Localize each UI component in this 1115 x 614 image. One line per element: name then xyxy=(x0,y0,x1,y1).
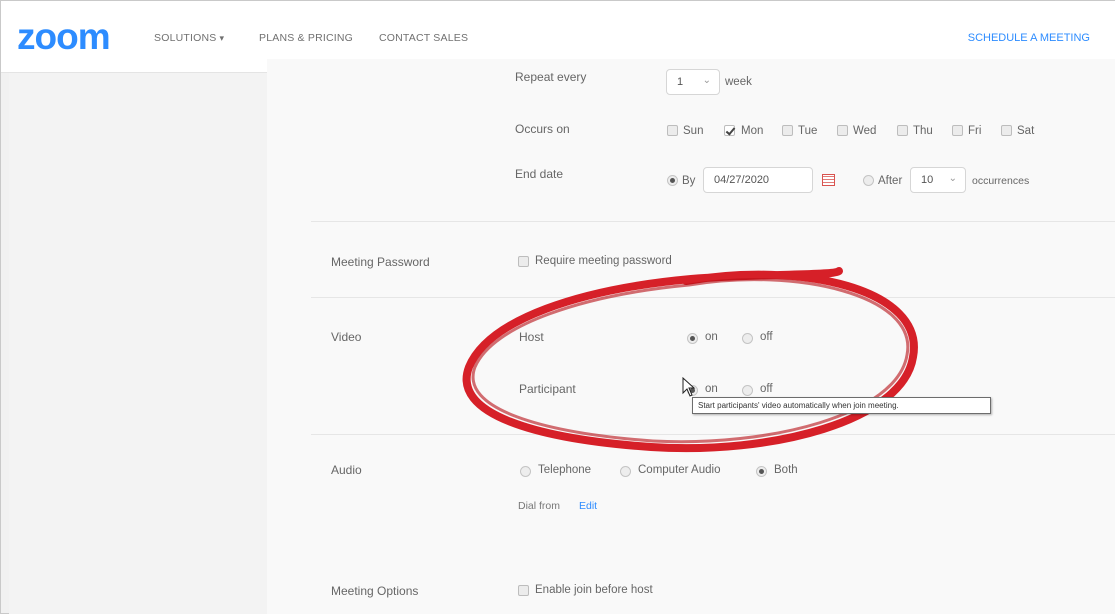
nav-solutions-label: SOLUTIONS xyxy=(154,32,217,44)
day-label-tue: Tue xyxy=(798,125,818,137)
participant-video-tooltip: Start participants' video automatically … xyxy=(692,397,991,414)
left-sidebar-area xyxy=(9,73,267,614)
day-label-wed: Wed xyxy=(853,125,877,137)
repeat-interval-select[interactable]: 1 ⌄ xyxy=(666,69,720,95)
occurrences-value: 10 xyxy=(921,174,934,186)
meeting-options-label: Meeting Options xyxy=(331,584,419,598)
mouse-cursor-icon xyxy=(682,377,696,397)
zoom-logo[interactable]: zoom xyxy=(17,17,111,57)
repeat-every-label: Repeat every xyxy=(515,70,587,84)
repeat-interval-value: 1 xyxy=(677,76,684,88)
nav-contact-sales[interactable]: CONTACT SALES xyxy=(379,32,468,44)
day-label-fri: Fri xyxy=(968,125,982,137)
end-by-radio[interactable] xyxy=(667,175,678,186)
chevron-down-icon: ⌄ xyxy=(702,75,711,86)
end-after-radio[interactable] xyxy=(863,175,874,186)
audio-label: Audio xyxy=(331,463,362,477)
day-label-mon: Mon xyxy=(741,125,764,137)
schedule-meeting-link[interactable]: SCHEDULE A MEETING xyxy=(968,32,1090,44)
day-label-sat: Sat xyxy=(1017,125,1035,137)
day-checkbox-sun[interactable] xyxy=(667,125,678,136)
occurs-on-label: Occurs on xyxy=(515,122,570,136)
day-checkbox-mon[interactable] xyxy=(724,125,735,136)
calendar-icon[interactable] xyxy=(822,174,835,186)
end-after-label: After xyxy=(878,175,903,187)
occurrences-select[interactable]: 10 ⌄ xyxy=(910,167,966,193)
section-divider xyxy=(311,221,1115,222)
occurrences-label: occurrences xyxy=(972,175,1030,187)
day-label-thu: Thu xyxy=(913,125,933,137)
meeting-password-label: Meeting Password xyxy=(331,255,430,269)
join-before-host-label: Enable join before host xyxy=(535,584,653,596)
day-checkbox-sat[interactable] xyxy=(1001,125,1012,136)
day-checkbox-wed[interactable] xyxy=(837,125,848,136)
end-date-input[interactable]: 04/27/2020 xyxy=(703,167,813,193)
dial-from-label: Dial from xyxy=(518,500,561,512)
day-checkbox-fri[interactable] xyxy=(952,125,963,136)
video-label: Video xyxy=(331,330,362,344)
dial-from-edit-link[interactable]: Edit xyxy=(579,500,597,512)
end-date-label: End date xyxy=(515,167,564,181)
end-by-label: By xyxy=(682,175,696,187)
browser-frame: zoom SOLUTIONS ▾ PLANS & PRICING CONTACT … xyxy=(0,0,1115,614)
nav-solutions[interactable]: SOLUTIONS ▾ xyxy=(154,32,224,44)
day-checkbox-thu[interactable] xyxy=(897,125,908,136)
repeat-unit-label: week xyxy=(725,76,752,88)
day-label-sun: Sun xyxy=(683,125,704,137)
nav-plans-pricing[interactable]: PLANS & PRICING xyxy=(259,32,353,44)
caret-down-icon: ▾ xyxy=(219,33,225,43)
day-checkbox-tue[interactable] xyxy=(782,125,793,136)
join-before-host-checkbox[interactable] xyxy=(518,585,529,596)
chevron-down-icon: ⌄ xyxy=(948,173,957,184)
red-annotation-ellipse xyxy=(462,267,918,453)
